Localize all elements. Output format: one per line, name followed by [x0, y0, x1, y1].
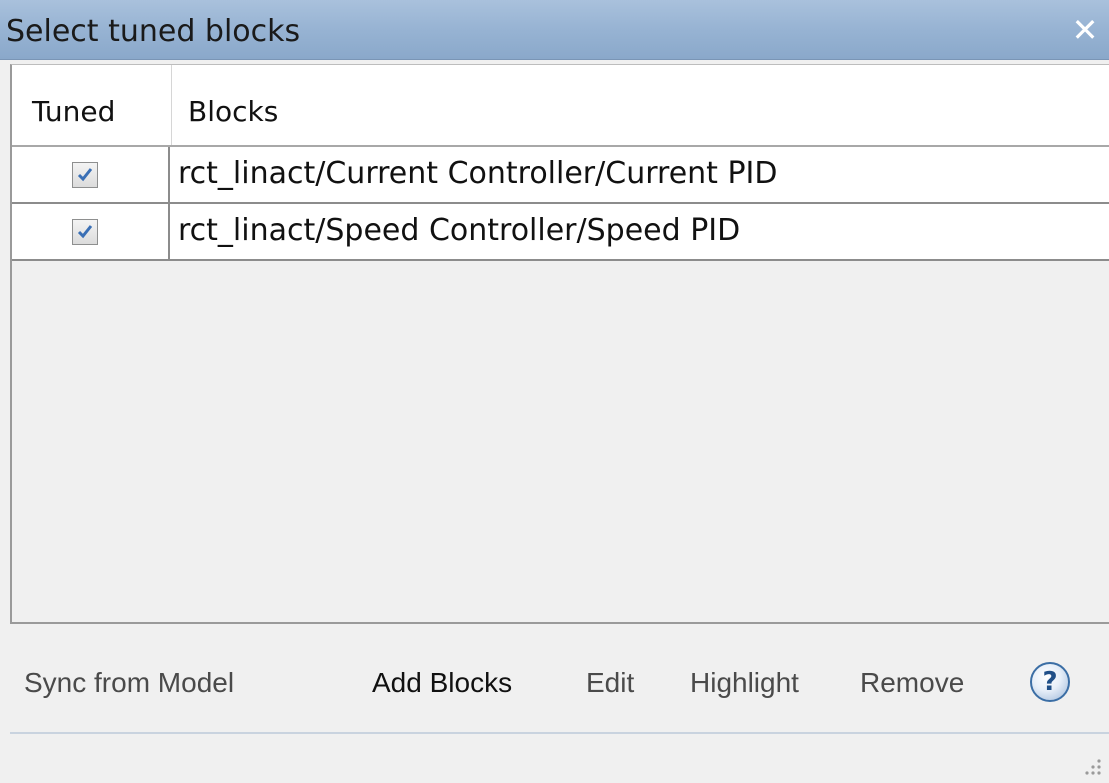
table-body: rct_linact/Current Controller/Current PI… — [12, 147, 1109, 261]
column-header-blocks-label: Blocks — [188, 95, 279, 128]
help-icon[interactable]: ? — [1030, 662, 1070, 702]
tuned-checkbox[interactable] — [72, 219, 98, 245]
table-header: Tuned Blocks — [12, 65, 1109, 147]
action-toolbar: Sync from Model Add Blocks Edit Highligh… — [10, 640, 1109, 730]
close-icon[interactable]: ✕ — [1067, 12, 1103, 48]
tuned-cell — [12, 147, 170, 202]
column-header-blocks[interactable]: Blocks — [172, 65, 1109, 145]
column-header-tuned[interactable]: Tuned — [12, 65, 172, 145]
tuned-cell — [12, 204, 170, 259]
table-row[interactable]: rct_linact/Current Controller/Current PI… — [12, 147, 1109, 204]
window-title: Select tuned blocks — [6, 14, 301, 49]
title-bar: Select tuned blocks ✕ — [0, 0, 1109, 60]
highlight-button[interactable]: Highlight — [690, 666, 799, 700]
checkbox-checked-icon — [77, 225, 93, 239]
column-header-tuned-label: Tuned — [32, 95, 116, 128]
edit-button[interactable]: Edit — [586, 666, 634, 700]
checkbox-checked-icon — [77, 168, 93, 182]
remove-button[interactable]: Remove — [860, 666, 964, 700]
block-path: rct_linact/Current Controller/Current PI… — [178, 156, 778, 191]
blocks-table: Tuned Blocks rct_linact/Current Controll… — [10, 64, 1109, 624]
sync-from-model-button[interactable]: Sync from Model — [24, 666, 234, 700]
resize-grip-icon[interactable] — [1081, 755, 1103, 777]
table-row[interactable]: rct_linact/Speed Controller/Speed PID — [12, 204, 1109, 261]
status-bar — [10, 732, 1109, 783]
block-path: rct_linact/Speed Controller/Speed PID — [178, 213, 741, 248]
tuned-checkbox[interactable] — [72, 162, 98, 188]
add-blocks-button[interactable]: Add Blocks — [372, 666, 512, 700]
